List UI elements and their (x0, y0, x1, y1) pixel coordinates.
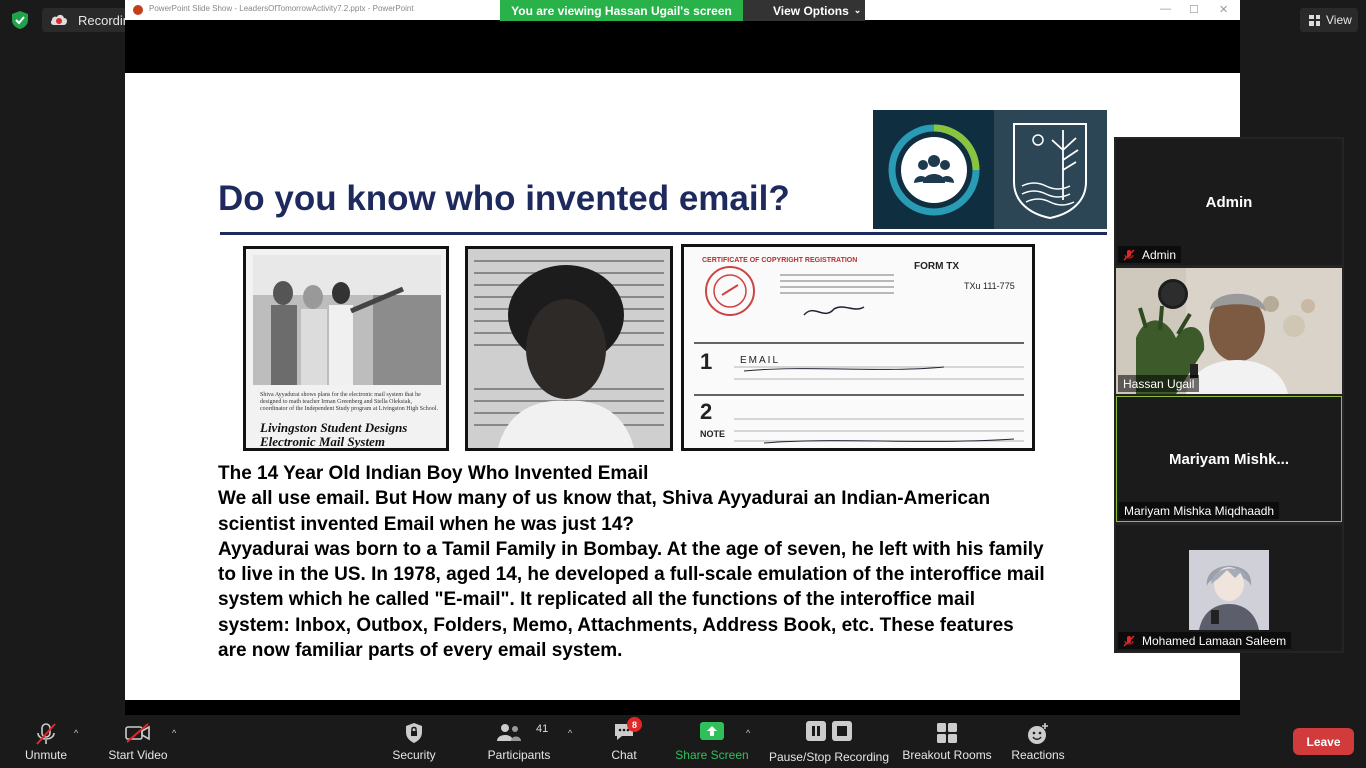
body-line: We all use email. But How many of us kno… (218, 488, 991, 510)
view-options-button[interactable]: View Options ⌄ (743, 0, 865, 21)
breakout-rooms-button[interactable]: Breakout Rooms (902, 715, 992, 768)
people-ring-logo-icon (888, 124, 980, 216)
body-line: The 14 Year Old Indian Boy Who Invented … (218, 463, 649, 484)
body-line: system: Inbox, Outbox, Folders, Memo, At… (218, 614, 1014, 636)
participant-video-panel: Admin Admin Hassan Ugail Mariyam Mishk..… (1114, 137, 1344, 653)
view-button-label: View (1326, 13, 1352, 27)
start-video-button[interactable]: Start Video (105, 715, 171, 768)
chat-button[interactable]: 8 Chat (604, 715, 644, 768)
maximize-icon: ☐ (1189, 4, 1199, 16)
participant-avatar (1189, 550, 1269, 630)
participants-options-chevron-icon[interactable]: ^ (568, 728, 572, 738)
body-line: Ayyadurai was born to a Tamil Family in … (218, 538, 1044, 560)
certificate-note: NOTE (700, 429, 726, 439)
pause-icon (806, 721, 826, 741)
body-line: are now familiar parts of every email sy… (218, 640, 623, 662)
powerpoint-icon (133, 5, 143, 15)
participants-icon (497, 724, 521, 741)
participant-tile-admin[interactable]: Admin Admin (1116, 139, 1342, 265)
video-options-chevron-icon[interactable]: ^ (172, 728, 176, 738)
young-inventor-portrait (465, 246, 673, 451)
chevron-down-icon: ⌄ (853, 5, 862, 15)
participant-name-label: Mariyam Mishka Miqdhaadh (1119, 502, 1280, 519)
pause-stop-icons (806, 721, 852, 741)
participants-button[interactable]: 41 Participants (484, 715, 554, 768)
video-camera-off-icon (125, 723, 150, 743)
copyright-certificate-image: CERTIFICATE OF COPYRIGHT REGISTRATION FO… (681, 244, 1035, 451)
view-options-label: View Options (773, 3, 849, 18)
microphone-muted-icon (36, 723, 56, 745)
reactions-button[interactable]: Reactions (1010, 715, 1066, 768)
participants-count: 41 (536, 723, 549, 735)
stop-icon (832, 721, 852, 741)
certificate-form-label: FORM TX (914, 261, 959, 272)
share-options-chevron-icon[interactable]: ^ (746, 728, 750, 738)
breakout-rooms-icon (937, 723, 957, 743)
share-screen-icon (700, 722, 724, 740)
body-line: scientist invented Email when he was jus… (218, 513, 635, 535)
organization-logo (873, 110, 1107, 229)
newspaper-clipping-photo: Shiva Ayyadurai shows plans for the elec… (243, 246, 449, 451)
certificate-title: CERTIFICATE OF COPYRIGHT REGISTRATION (702, 257, 858, 264)
slide-title: Do you know who invented email? (218, 179, 790, 218)
chat-unread-badge: 8 (627, 717, 642, 732)
body-line: system which he called "E-mail". It repl… (218, 589, 976, 611)
zoom-meeting-window: Recording... PowerPoint Slide Show - Lea… (0, 0, 1366, 768)
share-screen-button[interactable]: Share Screen (674, 715, 750, 768)
meeting-toolbar: Unmute ^ Start Video ^ Security 41 Parti… (0, 715, 1366, 768)
body-line: to live in the US. In 1978, aged 14, he … (218, 564, 1045, 586)
mic-muted-icon (1123, 635, 1135, 647)
mic-muted-icon (1123, 249, 1135, 261)
participant-tile-mohamed[interactable]: Mohamed Lamaan Saleem (1116, 525, 1342, 651)
unmute-button[interactable]: Unmute (18, 715, 74, 768)
close-icon: ✕ (1219, 4, 1229, 16)
shield-icon (406, 723, 422, 743)
participant-tile-mariyam[interactable]: Mariyam Mishk... Mariyam Mishka Miqdhaad… (1116, 396, 1342, 522)
certificate-section-1: 1 (700, 349, 713, 374)
participant-name-label: Admin (1118, 246, 1182, 263)
certificate-number: TXu 111-775 (964, 281, 1015, 291)
security-shield-icon[interactable] (10, 10, 30, 30)
cloud-recording-icon (50, 14, 68, 25)
security-button[interactable]: Security (388, 715, 440, 768)
title-divider (220, 232, 1107, 235)
slide-body-text: The 14 Year Old Indian Boy Who Invented … (218, 461, 1118, 663)
leave-meeting-button[interactable]: Leave (1293, 728, 1354, 755)
view-button[interactable]: View (1300, 8, 1358, 32)
participant-name-label: Hassan Ugail (1118, 375, 1200, 392)
smiley-plus-icon (1028, 723, 1048, 744)
palm-tree-emblem-icon (1013, 123, 1087, 220)
audio-options-chevron-icon[interactable]: ^ (74, 728, 78, 738)
pause-stop-recording-button[interactable]: Pause/Stop Recording (768, 715, 890, 768)
clipping-caption: Shiva Ayyadurai shows plans for the elec… (260, 392, 438, 412)
clipping-headline: Livingston Student Designs Electronic Ma… (260, 420, 408, 449)
participant-tile-hassan-ugail[interactable]: Hassan Ugail (1116, 268, 1342, 394)
minimize-icon: — (1160, 3, 1171, 15)
viewing-screen-banner: You are viewing Hassan Ugail's screen (500, 0, 743, 21)
presentation-slide: Do you know who invented email? Shiva Ay… (125, 73, 1240, 700)
shared-screen: PowerPoint Slide Show - LeadersOfTomorro… (125, 0, 1240, 715)
grid-view-icon (1309, 14, 1320, 26)
shared-window-title: PowerPoint Slide Show - LeadersOfTomorro… (149, 4, 414, 13)
participant-name-label: Mohamed Lamaan Saleem (1118, 632, 1292, 649)
certificate-work-title: EMAIL (740, 355, 781, 366)
certificate-section-2: 2 (700, 399, 713, 424)
